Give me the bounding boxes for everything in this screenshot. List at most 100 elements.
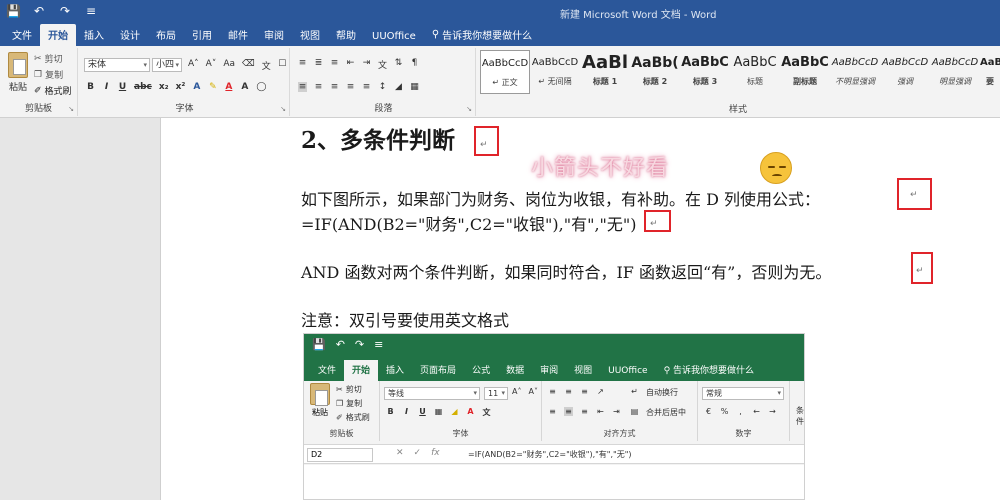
align-right-icon[interactable]: ≡ xyxy=(330,82,339,92)
pensive-face-icon xyxy=(760,152,792,184)
excel-tab-view: 视图 xyxy=(574,366,593,376)
align-center-icon[interactable]: ≡ xyxy=(314,82,323,92)
tab-help[interactable]: 帮助 xyxy=(328,24,364,46)
excel-conditional-format-partial: 条件 xyxy=(796,406,804,426)
multilevel-list-icon[interactable]: ≡ xyxy=(330,58,339,71)
list-buttons: ≡ ≣ ≡ ⇤ ⇥ 文 ⇅ ¶ xyxy=(298,58,419,71)
excel-tab-page-layout: 页面布局 xyxy=(420,366,457,376)
chinese-layout-icon[interactable]: 文 xyxy=(378,58,387,71)
borders-icon[interactable]: ▦ xyxy=(410,82,419,92)
return-mark-2: ↵ xyxy=(910,190,918,200)
scissors-icon: ✂ xyxy=(34,53,42,64)
style-intense-emphasis[interactable]: AaBbCcD 明显强调 xyxy=(930,50,980,94)
lightbulb-icon: ⚲ xyxy=(431,29,440,40)
highlight-icon[interactable]: ✎ xyxy=(208,82,217,92)
style-subtle-emphasis[interactable]: AaBbCcD 不明显强调 xyxy=(830,50,880,94)
excel-ribbon-tabs: 文件 开始 插入 页面布局 公式 数据 审阅 视图 UUOffice ⚲ 告诉我… xyxy=(304,359,762,381)
shrink-font-icon: A˅ xyxy=(528,387,538,396)
copy-button[interactable]: ❐ 复制 xyxy=(34,68,63,82)
excel-screenshot: 💾 ↶ ↷ ≡ 文件 开始 插入 页面布局 公式 数据 审阅 视图 UUOffi… xyxy=(303,333,805,500)
enter-icon: ✓ xyxy=(413,448,422,458)
format-painter-button[interactable]: ✐ 格式刷 xyxy=(34,84,72,98)
style-heading-3[interactable]: AaBbC 标题 3 xyxy=(680,50,730,94)
superscript-icon[interactable]: x² xyxy=(176,82,186,92)
grow-font-icon[interactable]: A˄ xyxy=(188,59,199,72)
bold-icon: B xyxy=(387,407,394,416)
char-shading-icon[interactable]: A xyxy=(240,82,249,92)
style-title[interactable]: AaBbC 标题 xyxy=(730,50,780,94)
shading-icon[interactable]: ◢ xyxy=(394,82,403,92)
font-size-select[interactable]: 小四 ▾ xyxy=(152,58,182,72)
tab-uuoffice[interactable]: UUOffice xyxy=(364,28,424,46)
tab-mailings[interactable]: 邮件 xyxy=(220,24,256,46)
copy-icon: ❐ xyxy=(336,399,344,408)
style-heading-2[interactable]: AaBb(标题 2 xyxy=(630,50,680,94)
clear-format-icon[interactable]: ⌫ xyxy=(242,59,255,72)
tab-insert[interactable]: 插入 xyxy=(76,24,112,46)
dialog-launcher-icon[interactable]: ↘ xyxy=(280,105,286,113)
change-case-icon[interactable]: Aa xyxy=(223,59,235,72)
styles-group-label: 样式 xyxy=(728,105,747,115)
italic-icon: I xyxy=(405,407,408,416)
paste-button[interactable]: 粘贴 xyxy=(6,52,30,93)
text-effects-icon[interactable]: A xyxy=(192,82,201,92)
dialog-launcher-icon[interactable]: ↘ xyxy=(466,105,472,113)
subscript-icon[interactable]: x₂ xyxy=(159,82,169,92)
style-normal[interactable]: AaBbCcD ↵ 正文 xyxy=(480,50,530,94)
bold-icon[interactable]: B xyxy=(86,82,95,92)
tab-review[interactable]: 审阅 xyxy=(256,24,292,46)
sort-icon[interactable]: ⇅ xyxy=(394,58,403,71)
align-middle-icon: ≡ xyxy=(565,387,572,396)
style-heading-1[interactable]: AaBl 标题 1 xyxy=(580,50,630,94)
tab-references[interactable]: 引用 xyxy=(184,24,220,46)
excel-tell-me: ⚲ 告诉我你想要做什么 xyxy=(663,366,755,376)
style-strong[interactable]: AaB 要 xyxy=(980,50,1000,94)
excel-tab-file: 文件 xyxy=(318,366,337,376)
dialog-launcher-icon[interactable]: ↘ xyxy=(68,105,74,113)
style-emphasis[interactable]: AaBbCcD 强调 xyxy=(880,50,930,94)
shrink-font-icon[interactable]: A˅ xyxy=(206,59,217,72)
tab-design[interactable]: 设计 xyxy=(112,24,148,46)
justify-icon[interactable]: ≡ xyxy=(346,82,355,92)
style-no-spacing[interactable]: AaBbCcD ↵ 无间隔 xyxy=(530,50,580,94)
tab-view[interactable]: 视图 xyxy=(292,24,328,46)
word-title-bar: 💾 ↶ ↷ ≡ 新建 Microsoft Word 文档 - Word xyxy=(0,0,1000,26)
clipboard-icon xyxy=(310,383,330,406)
char-border-icon[interactable]: ☐ xyxy=(278,59,287,72)
function-icon: fx xyxy=(431,448,440,458)
strikethrough-icon[interactable]: abc xyxy=(134,82,152,92)
redo-icon[interactable]: ↷ xyxy=(58,4,72,18)
wrap-text-icon: ↵ xyxy=(631,387,638,396)
tell-me-box[interactable]: ⚲ 告诉我你想要做什么 xyxy=(424,24,540,46)
borders-icon: ▦ xyxy=(434,407,443,416)
tab-home[interactable]: 开始 xyxy=(40,24,76,46)
percent-icon: % xyxy=(720,407,729,416)
tab-file[interactable]: 文件 xyxy=(4,24,40,46)
enclose-char-icon[interactable]: ◯ xyxy=(256,82,266,92)
customize-icon[interactable]: ≡ xyxy=(84,4,98,18)
tell-me-text: 告诉我你想要做什么 xyxy=(442,31,533,42)
excel-tab-home: 开始 xyxy=(344,360,379,381)
undo-icon[interactable]: ↶ xyxy=(32,4,46,18)
font-name-select[interactable]: 宋体 ▾ xyxy=(84,58,150,72)
phonetic-icon: 文 xyxy=(482,408,491,417)
italic-icon[interactable]: I xyxy=(102,82,111,92)
paragraph-group-label: 段落 xyxy=(374,104,393,114)
decrease-indent-icon[interactable]: ⇤ xyxy=(346,58,355,71)
fill-color-icon: ◢ xyxy=(451,407,458,416)
phonetic-icon[interactable]: 文 xyxy=(262,59,271,72)
cut-button[interactable]: ✂ 剪切 xyxy=(34,52,63,66)
save-icon[interactable]: 💾 xyxy=(6,4,21,18)
numbering-icon[interactable]: ≣ xyxy=(314,58,323,71)
underline-icon[interactable]: U xyxy=(118,82,127,92)
font-color-icon[interactable]: A xyxy=(224,82,233,92)
style-subtitle[interactable]: AaBbC 副标题 xyxy=(780,50,830,94)
excel-paste-button: 粘贴 xyxy=(308,383,332,418)
align-left-icon[interactable]: ≡ xyxy=(298,82,307,92)
show-marks-icon[interactable]: ¶ xyxy=(410,58,419,71)
distributed-icon[interactable]: ≡ xyxy=(362,82,371,92)
increase-indent-icon[interactable]: ⇥ xyxy=(362,58,371,71)
bullets-icon[interactable]: ≡ xyxy=(298,58,307,71)
tab-layout[interactable]: 布局 xyxy=(148,24,184,46)
line-spacing-icon[interactable]: ↕ xyxy=(378,82,387,92)
